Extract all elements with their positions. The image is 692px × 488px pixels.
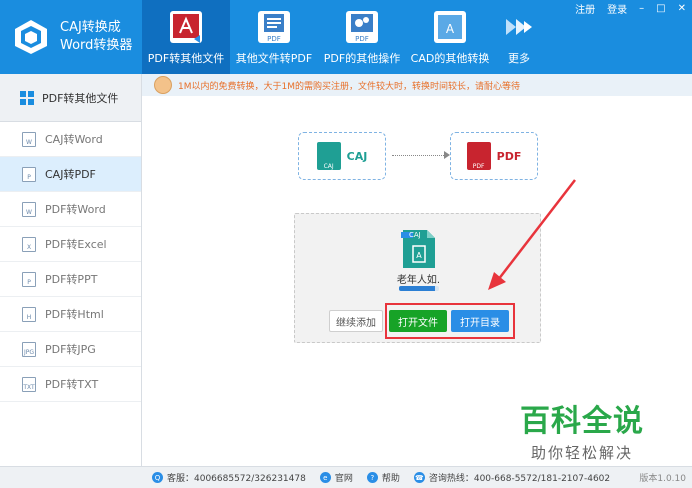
watermark-subtitle: 助你轻松解决 (530, 444, 633, 462)
nav-label: PDF转其他文件 (147, 52, 225, 65)
qq-icon: Q (152, 472, 163, 483)
watermark: 百科全说 助你轻松解决 (512, 396, 652, 463)
sidebar-item-pdf-to-excel[interactable]: X PDF转Excel (0, 227, 141, 262)
annotation-arrow-icon (488, 179, 576, 290)
status-website[interactable]: e 官网 (319, 471, 353, 484)
sidebar-list: W CAJ转Word P CAJ转PDF W PDF转Word X PDF转Excel … (0, 122, 141, 402)
pdf-gear-icon: PDF (343, 8, 381, 46)
sidebar-item-label: PDF转PPT (45, 273, 98, 286)
nav-label: PDF的其他操作 (323, 52, 401, 65)
sidebar-item-label: PDF转Html (45, 308, 104, 321)
nav-other-to-pdf[interactable]: PDF 其他文件转PDF (230, 0, 318, 74)
pdf-file-icon: P (22, 166, 36, 182)
maximize-button[interactable]: □ (650, 3, 671, 14)
cube-logo-icon (12, 18, 50, 56)
flow-target-label: PDF (496, 149, 522, 163)
svg-text:PDF: PDF (267, 35, 281, 43)
caj-document-icon[interactable]: A CAJ (399, 228, 439, 270)
caj-file-icon: CAJ (316, 142, 341, 170)
sidebar-item-label: PDF转TXT (45, 378, 99, 391)
svg-text:A: A (416, 251, 422, 260)
help-icon: ? (366, 472, 378, 483)
window-controls: 注册 登录 – □ ✕ (569, 0, 692, 16)
sidebar-item-label: CAJ转PDF (45, 168, 96, 181)
mascot-icon (154, 76, 172, 94)
top-nav: PDF转其他文件 PDF 其他文件转PDF PDF PDF的其他操作 A CAD… (142, 0, 544, 74)
sidebar-item-pdf-to-html[interactable]: H PDF转Html (0, 297, 141, 332)
document-icon-label: CAJ (409, 231, 421, 239)
conversion-progress-bar (399, 286, 439, 291)
minimize-button[interactable]: – (633, 3, 650, 14)
nav-label: CAD的其他转换 (410, 52, 490, 65)
watermark-title: 百科全说 (520, 404, 644, 439)
word-file-icon: W (22, 201, 36, 217)
app-title-line2: Word转换器 (60, 38, 133, 53)
nav-label: 更多 (508, 52, 530, 65)
txt-file-icon: TXT (22, 376, 36, 392)
double-chevron-icon (500, 8, 538, 46)
nav-label: 其他文件转PDF (235, 52, 313, 65)
svg-text:PDF: PDF (355, 35, 369, 43)
close-button[interactable]: ✕ (672, 3, 692, 14)
version-label: 版本1.0.10 (639, 474, 686, 484)
status-hotline: ☎ 咨询热线：400-668-5572/181-2107-4602 (413, 472, 611, 484)
progress-fill (399, 286, 435, 291)
continue-add-button[interactable]: 继续添加 (329, 310, 383, 332)
sidebar: PDF转其他文件 W CAJ转Word P CAJ转PDF W PDF转Word XP… (0, 74, 142, 466)
nav-pdf-to-other[interactable]: PDF转其他文件 (142, 0, 230, 74)
pdf-file-icon: PDF (466, 142, 491, 170)
excel-file-icon: X (22, 236, 36, 252)
notice-text: 1M以内的免费转换，大于1M的需购买注册，文件较大时，转换时间较长，请耐心等待 (178, 81, 520, 92)
main-panel: CAJ CAJ PDF PDF A CAJ 老年人如. 继续添加 打开文件 打开… (142, 96, 692, 466)
jpg-file-icon: JPG (22, 341, 36, 357)
open-directory-button[interactable]: 打开目录 (451, 310, 509, 332)
sidebar-item-pdf-to-txt[interactable]: TXT PDF转TXT (0, 367, 141, 402)
app-title-line1: CAJ转换成 (60, 20, 121, 35)
flow-source-box: CAJ CAJ (298, 132, 386, 180)
register-link[interactable]: 注册 (569, 1, 601, 16)
login-link[interactable]: 登录 (601, 1, 633, 16)
word-file-icon: W (22, 131, 36, 147)
grid-icon (20, 90, 34, 105)
status-help[interactable]: ? 帮助 (366, 471, 400, 484)
nav-more[interactable]: 更多 (494, 0, 544, 74)
flow-target-box: PDF PDF (450, 132, 538, 180)
cad-icon: A (431, 8, 469, 46)
html-file-icon: H (22, 306, 36, 322)
sidebar-header: PDF转其他文件 (0, 74, 141, 122)
sidebar-item-label: PDF转Word (45, 203, 106, 216)
svg-text:A: A (446, 22, 455, 36)
sidebar-item-caj-to-pdf[interactable]: P CAJ转PDF (0, 157, 141, 192)
title-bar: CAJ转换成 Word转换器 PDF转其他文件 PDF 其他文件转PDF PDF… (0, 0, 692, 74)
pdf-acrobat-icon (167, 8, 205, 46)
nav-pdf-other-ops[interactable]: PDF PDF的其他操作 (318, 0, 406, 74)
ppt-file-icon: P (22, 271, 36, 287)
sidebar-header-label: PDF转其他文件 (42, 91, 119, 105)
sidebar-item-pdf-to-word[interactable]: W PDF转Word (0, 192, 141, 227)
globe-icon: e (319, 472, 331, 483)
open-file-button[interactable]: 打开文件 (389, 310, 447, 332)
sidebar-item-label: CAJ转Word (45, 133, 103, 146)
sidebar-item-pdf-to-jpg[interactable]: JPG PDF转JPG (0, 332, 141, 367)
status-bar: Q 客服：4006685572/326231478 e 官网 ? 帮助 ☎ 咨询热线：4… (0, 466, 692, 488)
notice-bar: 1M以内的免费转换，大于1M的需购买注册，文件较大时，转换时间较长，请耐心等待 (142, 74, 692, 96)
flow-connector (392, 155, 448, 156)
nav-cad-convert[interactable]: A CAD的其他转换 (406, 0, 494, 74)
sidebar-item-caj-to-word[interactable]: W CAJ转Word (0, 122, 141, 157)
flow-source-label: CAJ (346, 149, 368, 163)
sidebar-item-label: PDF转JPG (45, 343, 96, 356)
app-logo: CAJ转换成 Word转换器 (0, 0, 142, 74)
status-qq[interactable]: Q 客服：4006685572/326231478 (152, 471, 306, 484)
pdf-page-icon: PDF (255, 8, 293, 46)
sidebar-item-label: PDF转Excel (45, 238, 107, 251)
phone-icon: ☎ (413, 472, 425, 483)
sidebar-item-pdf-to-ppt[interactable]: P PDF转PPT (0, 262, 141, 297)
